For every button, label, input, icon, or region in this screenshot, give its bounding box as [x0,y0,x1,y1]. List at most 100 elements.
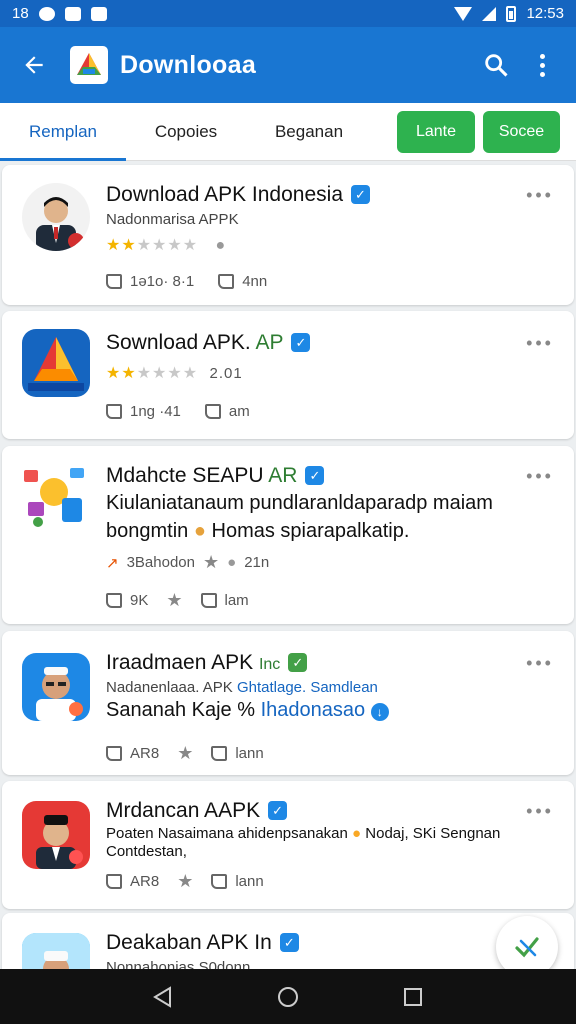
verified-icon: ✓ [288,653,308,672]
card-meta: 1ə1o· 8·1 4nn [106,273,267,290]
back-arrow-icon [25,56,43,74]
star-icon: ★ [202,552,220,572]
verified-icon: ✓ [279,933,299,952]
card-menu-icon[interactable]: • • • [526,333,551,354]
card-meta: AR8 ★ lann [106,871,264,892]
app-icon [22,462,90,530]
card-title-badge: Inc [258,656,281,673]
desc-link[interactable]: Ihadonasao [261,699,366,721]
desc-part: bongmtin [106,520,189,542]
desc-part: Sananah Kaje % [106,699,256,721]
card-menu-icon[interactable]: • • • [526,801,551,822]
search-icon [485,54,508,77]
card-meta-time: am [228,403,250,420]
thumb-up-icon [106,593,122,608]
card-meta: 9K ★ lam [106,590,249,611]
thumb-up-icon [106,274,122,289]
card-description: Poaten Nasaimana ahidenpsanakan ● Nodaj,… [106,825,501,842]
check-pen-icon [515,937,539,958]
card-menu-icon[interactable]: • • • [526,185,551,206]
more-options-button[interactable] [524,45,560,85]
verified-icon: ✓ [268,801,288,820]
nav-home-button[interactable] [268,977,308,1017]
card-meta-downloads: AR8 [130,873,160,890]
nav-recents-icon [404,987,423,1006]
tab-bar: Remplan Copoies Beganan Lante Socee [0,103,576,161]
card-meta-downloads: 1ə1o· 8·1 [130,273,195,290]
rating-stars: ★★★★★★ ● [106,237,227,254]
verified-icon: ✓ [351,185,370,204]
desc-part: Homas spiarapalkatip. [211,520,410,542]
thumb-up-icon [200,593,217,608]
nav-back-icon [152,985,171,1008]
subtitle-part: Nadanenlaaa. APK [106,679,233,696]
card-title-badge: AP [255,331,284,354]
card-menu-icon[interactable]: • • • [526,653,551,674]
app-logo-icon [70,46,108,84]
list-item[interactable]: Deakaban APK In ✓ Nonnahonias S0donn [2,913,574,969]
nav-back-button[interactable] [143,977,183,1017]
status-time-left: 18 [12,5,29,22]
thumb-up-icon [211,746,228,761]
star-icon: ★ [166,590,183,610]
card-subtitle: Nonnahonias S0donn [106,959,251,969]
socee-button[interactable]: Socee [483,111,560,153]
notification-icon [38,6,55,21]
rating-stars: ★★★★★★ 2.01 [106,365,243,382]
card-title-badge: AR [268,464,298,487]
tab-remplan[interactable]: Remplan [0,103,126,161]
list-item[interactable]: Download APK Indonesia ✓ • • • Nadonmaris… [2,165,574,305]
desc-part: Poaten Nasaimana ahidenpsanakan [106,825,348,842]
tab-beganan[interactable]: Beganan [256,103,362,161]
nav-recents-button[interactable] [393,977,433,1017]
card-description-line2: bongmtin ● Homas spiarapalkatip. [106,520,410,542]
card-meta-time: lam [224,592,249,609]
subtitle-link[interactable]: Ghtatlage. Samdlean [237,679,378,696]
app-list: Download APK Indonesia ✓ • • • Nadonmaris… [0,161,576,969]
app-title: Downlooaa [120,50,257,79]
card-meta-time: lann [235,745,264,762]
system-nav-bar [0,969,576,1024]
card-subtitle: Nadanenlaaa. APK Ghtatlage. Samdlean [106,679,378,696]
card-title: Deakaban APK In [106,931,272,954]
wifi-icon [454,6,473,21]
tab-copoies[interactable]: Copoies [136,103,236,161]
signal-icon [482,6,497,21]
card-description: Sananah Kaje % Ihadonasao ↓ [106,699,389,722]
lante-button[interactable]: Lante [397,111,475,153]
card-menu-icon[interactable]: • • • [526,466,551,487]
rating-line-text: 3Bahodon [126,554,195,571]
card-meta-downloads: AR8 [130,745,160,762]
thumb-up-icon [204,404,221,419]
card-description: Kiulaniatanaum pundlaranldaparadp maiam [106,492,493,514]
card-subtitle: Nadonmarisa APPK [106,211,239,228]
star-icon: ★ [177,871,194,891]
thumb-up-icon [106,404,122,419]
app-icon [22,933,90,969]
card-title: Mdahcte SEAPU [106,464,264,487]
thumb-up-icon [211,874,228,889]
list-item[interactable]: Mrdancan AAPK ✓ • • • Poaten Nasaimana ah… [2,781,574,909]
nav-home-icon [277,986,298,1007]
card-meta-downloads: 9K [130,592,149,609]
back-button[interactable] [16,47,52,83]
list-item[interactable]: Sownload APK. AP ✓ • • • ★★★★★★ 2.01 1ng … [2,311,574,439]
download-icon: ↓ [370,703,389,721]
card-title: Sownload APK. [106,331,251,354]
thumb-up-icon [106,746,122,761]
card-rating-line: ↗ 3Bahodon ★ ● 21n [106,552,270,572]
verified-icon: ✓ [305,466,325,485]
card-meta: AR8 ★ lann [106,743,264,764]
card-meta-time: 4nn [242,273,268,290]
list-item[interactable]: Mdahcte SEAPU AR ✓ • • • Kiulaniatanaum p… [2,446,574,624]
battery-icon [506,5,517,22]
card-meta-time: lann [235,873,264,890]
search-button[interactable] [476,45,516,85]
app-icon [22,329,90,397]
message-notification-icon [90,6,107,21]
card-meta: 1ng ·41 am [106,403,250,420]
list-item[interactable]: Iraadmaen APK Inc ✓ • • • Nadanenlaaa. AP… [2,631,574,775]
card-description-line2: Contdestan, [106,843,187,860]
rating-text: 2.01 [209,365,243,382]
more-vert-icon [539,52,545,79]
